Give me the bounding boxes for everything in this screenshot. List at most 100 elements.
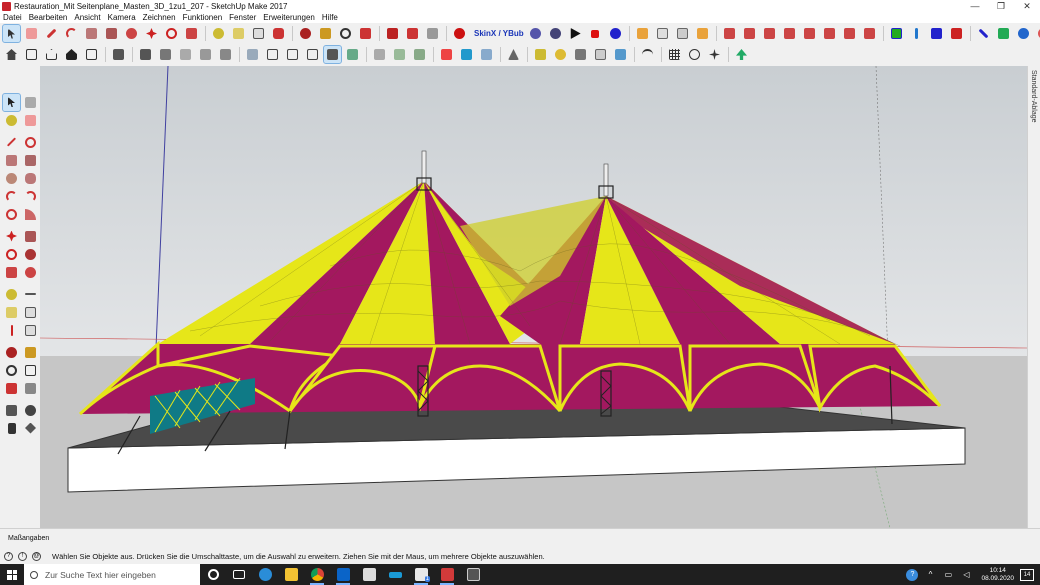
- back-edges-icon[interactable]: [264, 46, 281, 63]
- hidden-line-icon[interactable]: [304, 46, 321, 63]
- flip-red-icon[interactable]: [948, 25, 965, 42]
- edge-icon[interactable]: [252, 564, 278, 585]
- paint-icon[interactable]: [3, 112, 20, 129]
- solid-intersect-icon[interactable]: [458, 46, 475, 63]
- align-icon[interactable]: [975, 25, 992, 42]
- cortana-icon[interactable]: [200, 564, 226, 585]
- help-icon[interactable]: [607, 25, 624, 42]
- windows-start-icon[interactable]: [0, 564, 24, 585]
- taskbar-clock[interactable]: 10:14 08.09.2020: [981, 567, 1014, 583]
- follow-me-icon[interactable]: [22, 246, 39, 263]
- menu-erweiterungen[interactable]: Erweiterungen: [263, 13, 315, 22]
- location-icon[interactable]: [532, 46, 549, 63]
- flip-along-icon[interactable]: [928, 25, 945, 42]
- bend-icon[interactable]: [1015, 25, 1032, 42]
- stop-icon[interactable]: [587, 25, 604, 42]
- axes-green-icon[interactable]: [888, 25, 905, 42]
- star-icon[interactable]: [706, 46, 723, 63]
- close-button[interactable]: ✕: [1014, 1, 1040, 12]
- rotate-tool-icon[interactable]: [3, 246, 20, 263]
- push-pull-tool-icon[interactable]: [22, 228, 39, 245]
- select-tool-icon[interactable]: [2, 24, 21, 43]
- outlook-icon[interactable]: [330, 564, 356, 585]
- menu-kamera[interactable]: Kamera: [108, 13, 136, 22]
- arc-icon[interactable]: [63, 25, 80, 42]
- zoom-extents-icon[interactable]: [357, 25, 374, 42]
- move-icon[interactable]: [143, 25, 160, 42]
- geo-icon[interactable]: [572, 46, 589, 63]
- skinx-tool-icon[interactable]: [527, 25, 544, 42]
- shaded-textures-icon[interactable]: [344, 46, 361, 63]
- tree-plugin-icon[interactable]: [733, 46, 750, 63]
- photo-textures-icon[interactable]: [592, 46, 609, 63]
- eraser-tool-icon[interactable]: [22, 112, 39, 129]
- zoom-icon[interactable]: [337, 25, 354, 42]
- layers-icon[interactable]: [137, 46, 154, 63]
- top-view-icon[interactable]: [654, 25, 671, 42]
- box-icon[interactable]: [83, 46, 100, 63]
- hidden-geometry-icon[interactable]: [217, 46, 234, 63]
- rectangle-icon[interactable]: [83, 25, 100, 42]
- offset-icon[interactable]: [123, 25, 140, 42]
- measurements-bar[interactable]: Maßangaben: [0, 528, 1040, 548]
- zoom-window-icon[interactable]: [22, 362, 39, 379]
- section-tool-5-icon[interactable]: [801, 25, 818, 42]
- sketchup-taskbar-icon[interactable]: [434, 564, 460, 585]
- maximize-button[interactable]: ❐: [988, 1, 1014, 12]
- three-point-arc-icon[interactable]: [3, 206, 20, 223]
- paint-bucket-icon[interactable]: [270, 25, 287, 42]
- zoom-extents-tool-icon[interactable]: [3, 380, 20, 397]
- house-outline-icon[interactable]: [43, 46, 60, 63]
- pencil-icon[interactable]: [43, 25, 60, 42]
- help-tray-icon[interactable]: ?: [906, 568, 919, 581]
- model-viewport[interactable]: [40, 66, 1027, 528]
- ruby-icon[interactable]: [451, 25, 468, 42]
- text-icon[interactable]: [250, 25, 267, 42]
- shaded-icon[interactable]: [323, 45, 342, 64]
- scale-tool-icon[interactable]: [3, 264, 20, 281]
- pan-tool-icon[interactable]: [22, 344, 39, 361]
- dimension-icon[interactable]: [22, 286, 39, 303]
- shadows-icon[interactable]: [177, 46, 194, 63]
- document-app-icon[interactable]: 1: [408, 564, 434, 585]
- rotate-icon[interactable]: [163, 25, 180, 42]
- curve-icon[interactable]: [1035, 25, 1040, 42]
- walk-icon[interactable]: [3, 420, 20, 437]
- wireframe-icon[interactable]: [284, 46, 301, 63]
- network-icon[interactable]: ▭: [942, 569, 954, 581]
- menu-datei[interactable]: Datei: [3, 13, 22, 22]
- sandbox-contours-icon[interactable]: [371, 46, 388, 63]
- section-tool-6-icon[interactable]: [821, 25, 838, 42]
- axes-blue-icon[interactable]: [908, 25, 925, 42]
- two-point-arc-icon[interactable]: [22, 188, 39, 205]
- select-icon[interactable]: [2, 92, 21, 112]
- iso-view-icon[interactable]: [634, 25, 651, 42]
- sun-icon[interactable]: [552, 46, 569, 63]
- section-tool-7-icon[interactable]: [841, 25, 858, 42]
- section-plane-tool-icon[interactable]: [22, 420, 39, 437]
- push-pull-icon[interactable]: [103, 25, 120, 42]
- warehouse-icon[interactable]: [384, 25, 401, 42]
- 3d-text-icon[interactable]: [22, 322, 39, 339]
- look-around-icon[interactable]: [22, 402, 39, 419]
- offset-tool-icon[interactable]: [22, 264, 39, 281]
- right-view-icon[interactable]: [694, 25, 711, 42]
- circle-icon[interactable]: [3, 170, 20, 187]
- dynamic-components-icon[interactable]: [612, 46, 629, 63]
- chrome-icon[interactable]: [304, 564, 330, 585]
- ybub-tool-icon[interactable]: [547, 25, 564, 42]
- section-plane-icon[interactable]: [721, 25, 738, 42]
- protractor-icon[interactable]: [230, 25, 247, 42]
- components-icon[interactable]: [110, 46, 127, 63]
- fog-icon[interactable]: [197, 46, 214, 63]
- pan-icon[interactable]: [317, 25, 334, 42]
- pie-icon[interactable]: [22, 206, 39, 223]
- line-icon[interactable]: [3, 134, 20, 151]
- connect-icon[interactable]: [639, 46, 656, 63]
- play-icon[interactable]: [567, 25, 584, 42]
- share-model-icon[interactable]: [404, 25, 421, 42]
- solid-union-icon[interactable]: [438, 46, 455, 63]
- section-tool-8-icon[interactable]: [861, 25, 878, 42]
- eraser-icon[interactable]: [23, 25, 40, 42]
- scale-icon[interactable]: [183, 25, 200, 42]
